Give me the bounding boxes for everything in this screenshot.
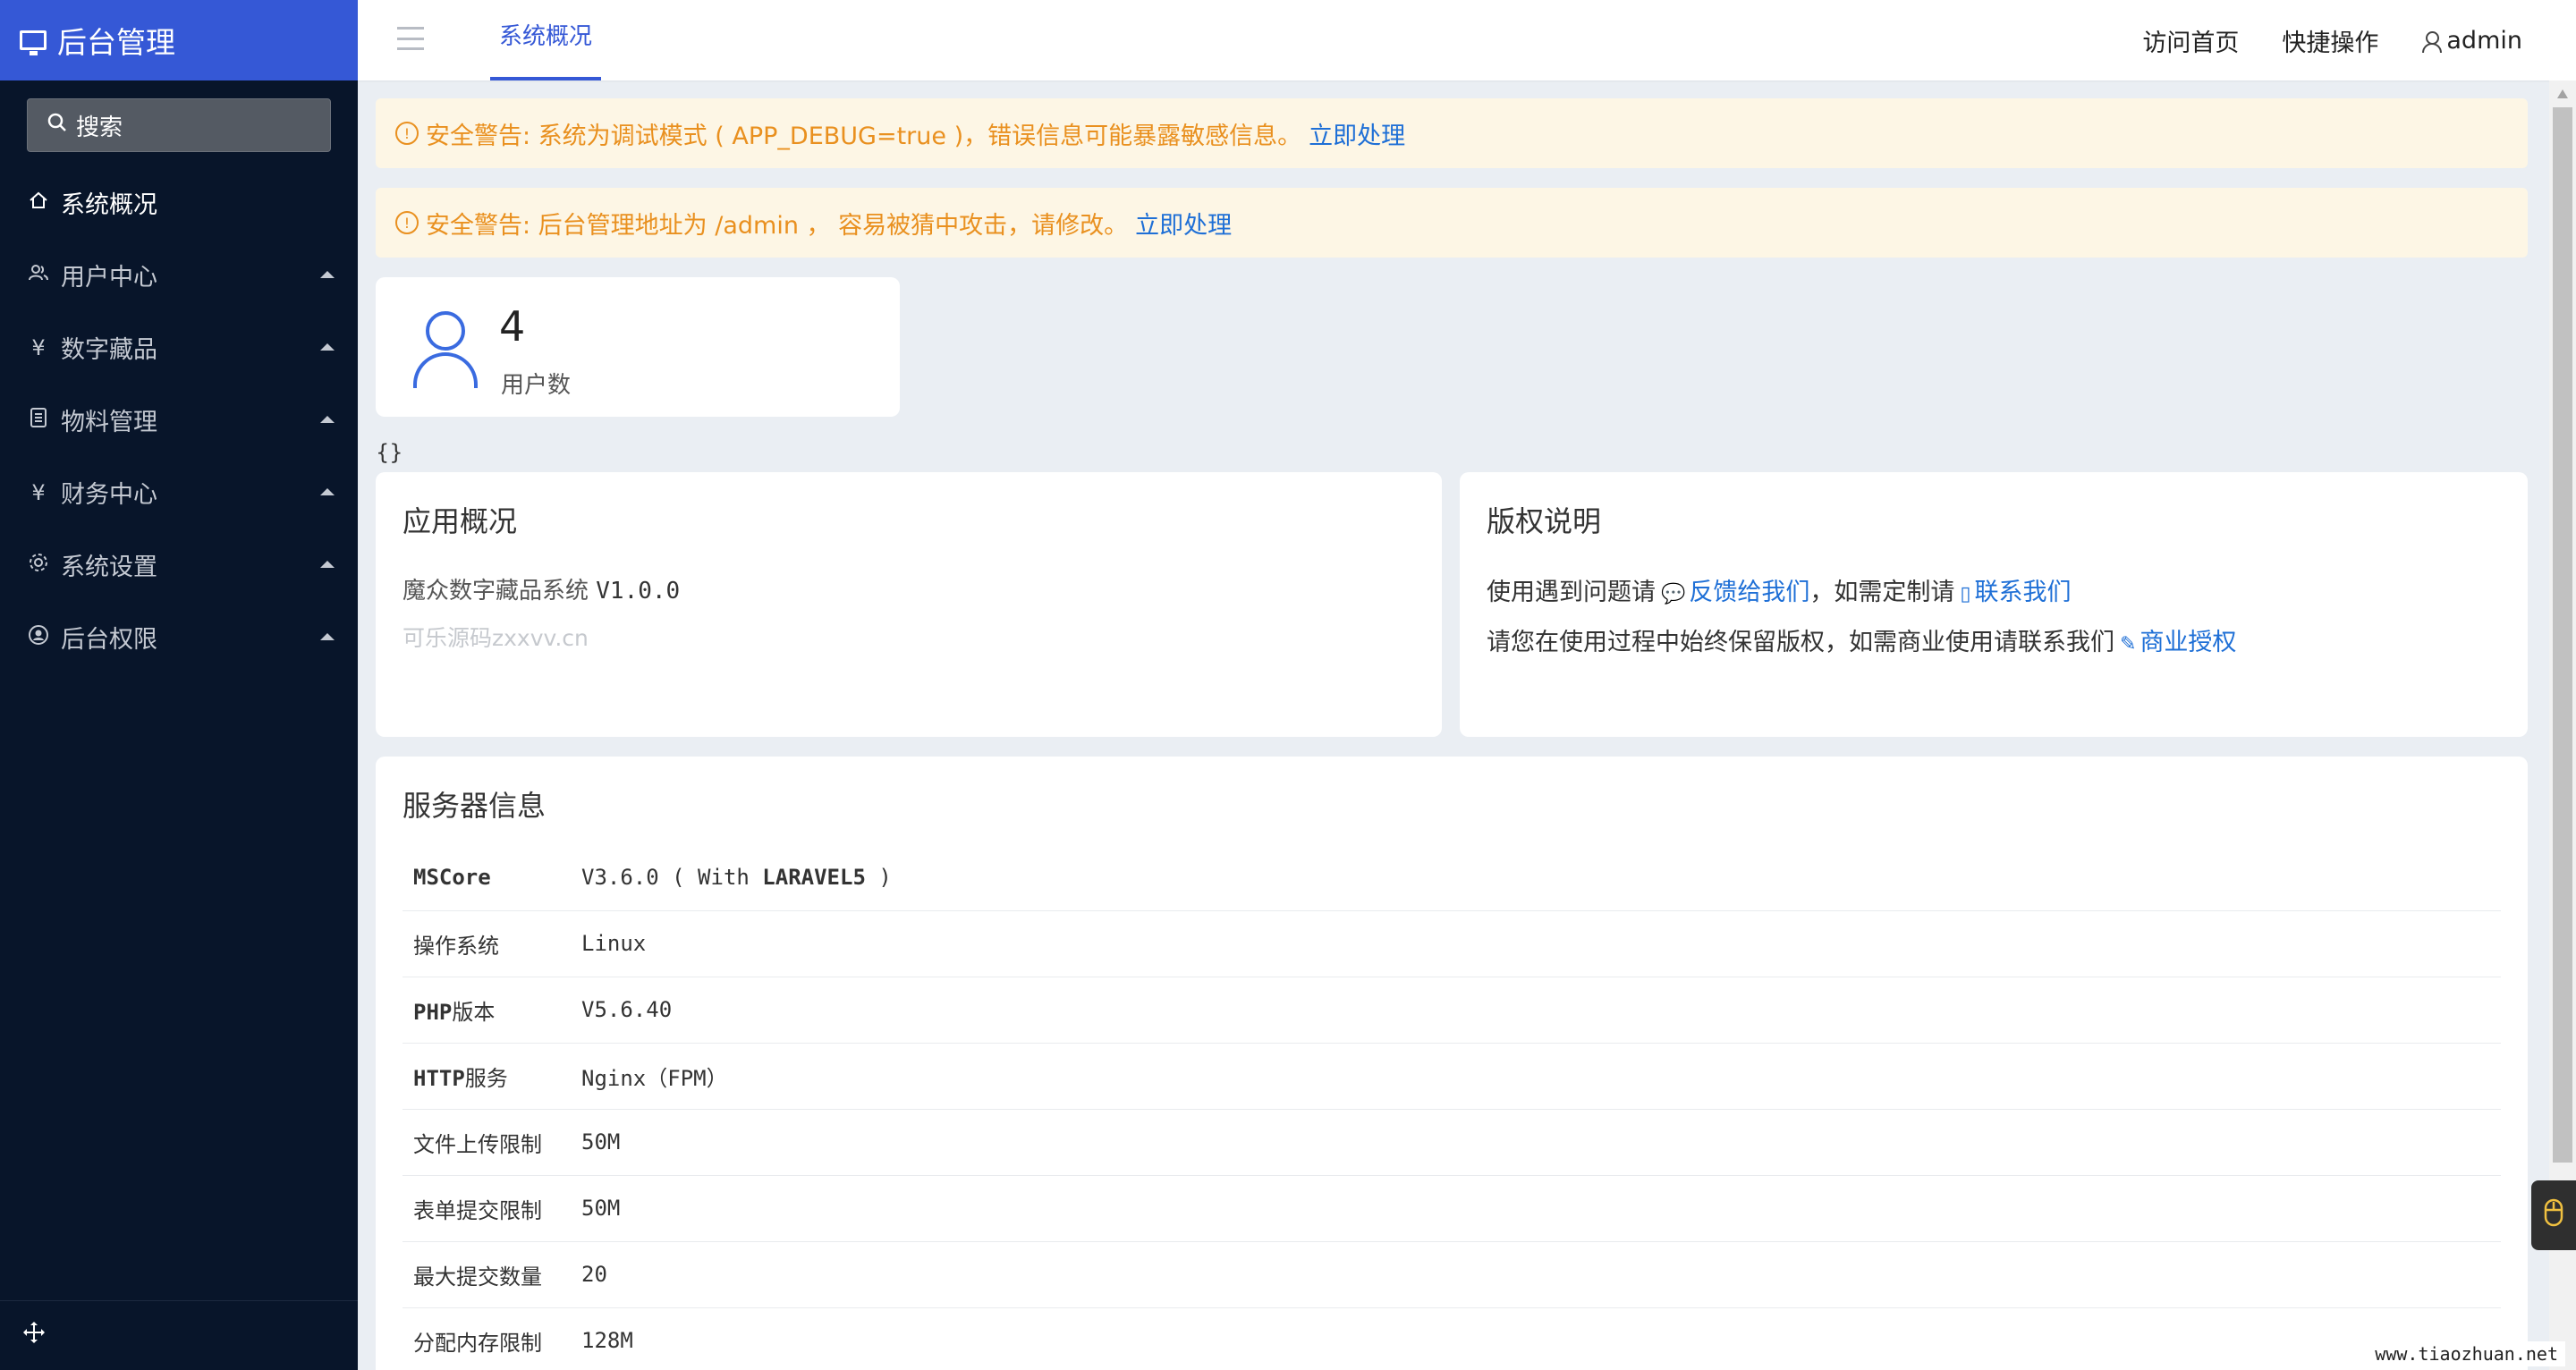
users-icon [27, 263, 50, 288]
sidebar-item-collectibles[interactable]: ¥ 数字藏品 [0, 311, 358, 384]
visit-home-link[interactable]: 访问首页 [2142, 23, 2239, 58]
search-label: 搜索 [76, 114, 123, 141]
fix-now-link[interactable]: 立即处理 [1309, 116, 1405, 151]
edit-icon: ✎ [2120, 633, 2137, 655]
sidebar-item-overview[interactable]: 系统概况 [0, 166, 358, 239]
user-menu[interactable]: admin [2421, 27, 2522, 55]
copyright-panel: 版权说明 使用遇到问题请 💬 反馈给我们，如需定制请 ▯ 联系我们 请您在使用过程中始终… [1460, 472, 2528, 737]
debug-warning-alert: ! 安全警告: 系统为调试模式 ( APP_DEBUG=true )，错误信息可… [376, 98, 2528, 168]
table-row: 分配内存限制 128M [402, 1307, 2501, 1370]
table-row: MSCore V3.6.0 ( With LARAVEL5 ) [402, 844, 2501, 911]
user-icon [2421, 30, 2443, 53]
document-list-icon [27, 407, 50, 434]
sidebar-item-settings[interactable]: 系统设置 [0, 529, 358, 601]
table-row: PHP版本 V5.6.40 [402, 977, 2501, 1044]
table-row: 最大提交数量 20 [402, 1241, 2501, 1308]
table-row: 文件上传限制 50M [402, 1109, 2501, 1176]
site-text: 可乐源码zxxvv.cn [402, 625, 589, 651]
feedback-link[interactable]: 反馈给我们 [1689, 579, 1809, 606]
user-count-label: 用户数 [501, 372, 572, 399]
copyright-line-2: 请您在使用过程中始终保留版权，如需商业使用请联系我们 ✎ 商业授权 [1487, 629, 2237, 656]
copyright-line-1: 使用遇到问题请 💬 反馈给我们，如需定制请 ▯ 联系我们 [1487, 579, 2072, 606]
app-overview-panel: 应用概况 魔众数字藏品系统 V1.0.0 可乐源码zxxvv.cn [376, 472, 1442, 737]
sidebar-footer [0, 1300, 358, 1370]
sidebar-item-materials[interactable]: 物料管理 [0, 384, 358, 456]
license-link[interactable]: 商业授权 [2140, 629, 2236, 656]
user-count-card[interactable]: 4 用户数 [376, 277, 900, 417]
scroll-up-arrow-icon[interactable] [2557, 89, 2568, 98]
watermark: www.tiaozhuan.net [2368, 1341, 2565, 1366]
sidebar-item-permissions[interactable]: 后台权限 [0, 601, 358, 673]
server-info-table: MSCore V3.6.0 ( With LARAVEL5 ) 操作系统 Linux… [402, 844, 2501, 1370]
search-icon [47, 112, 67, 139]
menu-toggle-icon[interactable] [397, 27, 424, 50]
user-count-value: 4 [499, 302, 526, 351]
home-icon [27, 190, 50, 216]
scrollbar-thumb[interactable] [2553, 107, 2572, 1163]
caret-up-icon [320, 488, 335, 495]
sidebar: 后台管理 搜索 系统概况 用户中心 ¥ 数字藏品 物料管理 ¥ 财务中心 系统设… [0, 0, 358, 1370]
username: admin [2446, 26, 2522, 55]
alert-text: 安全警告: 系统为调试模式 ( APP_DEBUG=true )，错误信息可能暴… [426, 122, 1302, 150]
table-row: 操作系统 Linux [402, 910, 2501, 977]
alert-text: 安全警告: 后台管理地址为 /admin ， 容易被猜中攻击，请修改。 [426, 211, 1129, 240]
warning-icon: ! [395, 122, 419, 145]
system-name: 魔众数字藏品系统 V1.0.0 [402, 578, 681, 605]
sidebar-item-label: 财务中心 [61, 481, 157, 509]
user-circle-icon [27, 624, 50, 651]
search-input[interactable]: 搜索 [27, 98, 331, 152]
caret-up-icon [320, 633, 335, 640]
caret-up-icon [320, 271, 335, 278]
fix-now-link[interactable]: 立即处理 [1135, 206, 1232, 241]
brand-title: 后台管理 [57, 25, 175, 60]
header-links: 访问首页 快捷操作 admin [2099, 0, 2522, 80]
sidebar-item-label: 系统概况 [61, 191, 157, 219]
main-content: ! 安全警告: 系统为调试模式 ( APP_DEBUG=true )，错误信息可… [358, 80, 2549, 1370]
panel-title: 版权说明 [1487, 504, 1602, 538]
caret-up-icon [320, 416, 335, 423]
tab-overview[interactable]: 系统概况 [490, 0, 601, 80]
caret-up-icon [320, 343, 335, 351]
quick-actions-link[interactable]: 快捷操作 [2282, 23, 2378, 58]
admin-path-warning-alert: ! 安全警告: 后台管理地址为 /admin ， 容易被猜中攻击，请修改。 立即… [376, 188, 2528, 258]
yen-icon: ¥ [31, 334, 46, 360]
system-version: V1.0.0 [596, 578, 681, 605]
sidebar-item-label: 用户中心 [61, 264, 157, 292]
sidebar-item-label: 系统设置 [61, 554, 157, 581]
chat-icon: 💬 [1661, 583, 1686, 605]
yen-icon: ¥ [31, 479, 46, 505]
move-icon[interactable] [21, 1320, 47, 1352]
sidebar-item-users[interactable]: 用户中心 [0, 239, 358, 311]
caret-up-icon [320, 561, 335, 568]
gear-icon [27, 552, 50, 579]
floating-tool-button[interactable] [2531, 1180, 2576, 1250]
table-row: HTTP服务 Nginx（FPM） [402, 1043, 2501, 1110]
brand[interactable]: 后台管理 [0, 0, 358, 80]
contact-link[interactable]: 联系我们 [1975, 579, 2072, 606]
server-info-panel: 服务器信息 MSCore V3.6.0 ( With LARAVEL5 ) 操作系… [376, 757, 2528, 1370]
table-row: 表单提交限制 50M [402, 1175, 2501, 1242]
monitor-icon [20, 30, 47, 55]
sidebar-item-label: 物料管理 [61, 409, 157, 436]
user-icon [413, 311, 478, 388]
panel-title: 应用概况 [402, 504, 518, 538]
mouse-icon [2544, 1198, 2563, 1233]
phone-icon: ▯ [1960, 583, 1971, 605]
sidebar-item-label: 数字藏品 [61, 336, 157, 364]
sidebar-item-finance[interactable]: ¥ 财务中心 [0, 456, 358, 529]
sidebar-item-label: 后台权限 [61, 626, 157, 654]
debug-output: {} [376, 440, 403, 465]
warning-icon: ! [395, 211, 419, 234]
top-header: 系统概况 访问首页 快捷操作 admin [358, 0, 2576, 80]
panel-title: 服务器信息 [402, 789, 547, 823]
